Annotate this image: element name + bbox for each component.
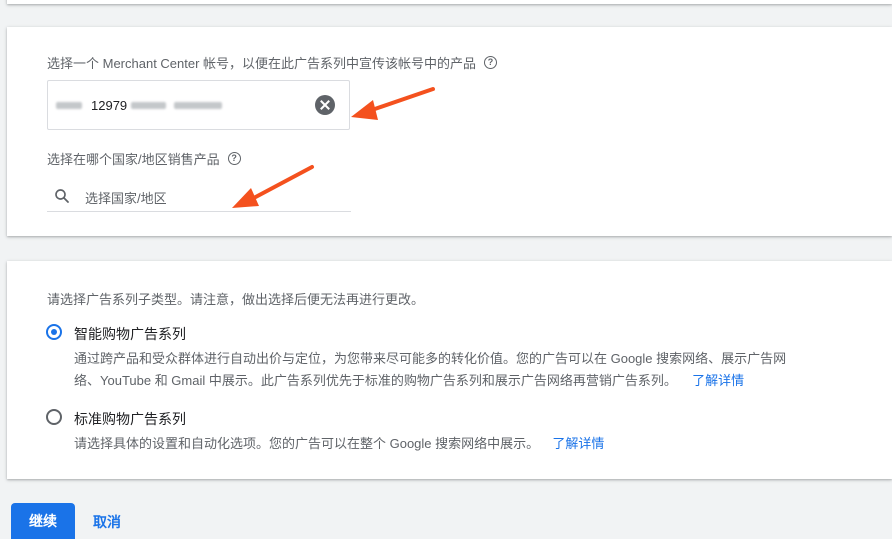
redacted-text: [174, 102, 222, 109]
smart-shopping-radio[interactable]: [46, 324, 62, 340]
standard-shopping-radio[interactable]: [46, 409, 62, 425]
standard-shopping-desc-row: 请选择具体的设置和自动化选项。您的广告可以在整个 Google 搜索网络中展示。…: [74, 433, 604, 455]
redacted-text: [131, 102, 166, 109]
standard-shopping-title[interactable]: 标准购物广告系列: [74, 409, 186, 429]
account-field[interactable]: 12979: [47, 80, 350, 130]
continue-button[interactable]: 继续: [11, 503, 75, 539]
standard-shopping-learn-more-link[interactable]: 了解详情: [552, 436, 604, 451]
previous-card: [7, 0, 892, 4]
smart-shopping-desc-line2: 络、YouTube 和 Gmail 中展示。此广告系列优先于标准的购物广告系列和…: [74, 373, 677, 388]
account-label-row: 选择一个 Merchant Center 帐号，以便在此广告系列中宣传该帐号中的…: [47, 53, 498, 72]
cancel-button[interactable]: 取消: [93, 512, 121, 532]
smart-shopping-learn-more-link[interactable]: 了解详情: [692, 373, 744, 388]
country-label-row: 选择在哪个国家/地区销售产品 ?: [47, 149, 241, 168]
smart-shopping-desc-line1: 通过跨产品和受众群体进行自动出价与定位，为您带来尽可能多的转化价值。您的广告可以…: [74, 351, 787, 366]
smart-shopping-desc-line2-row: 络、YouTube 和 Gmail 中展示。此广告系列优先于标准的购物广告系列和…: [74, 370, 744, 392]
account-value: 12979: [91, 98, 128, 113]
annotation-arrow: [351, 87, 435, 120]
campaign-subtype-card: 请选择广告系列子类型。请注意，做出选择后便无法再进行更改。 智能购物广告系列 通…: [7, 261, 892, 479]
country-label: 选择在哪个国家/地区销售产品: [47, 152, 220, 167]
annotation-arrow: [232, 165, 314, 208]
subtype-prompt: 请选择广告系列子类型。请注意，做出选择后便无法再进行更改。: [47, 292, 425, 307]
clear-icon[interactable]: [315, 95, 335, 115]
subtype-prompt-row: 请选择广告系列子类型。请注意，做出选择后便无法再进行更改。: [47, 289, 424, 308]
redacted-text: [56, 102, 82, 109]
standard-shopping-desc: 请选择具体的设置和自动化选项。您的广告可以在整个 Google 搜索网络中展示。: [74, 436, 540, 451]
merchant-center-card: 选择一个 Merchant Center 帐号，以便在此广告系列中宣传该帐号中的…: [7, 27, 892, 236]
smart-shopping-title[interactable]: 智能购物广告系列: [74, 324, 186, 344]
account-label: 选择一个 Merchant Center 帐号，以便在此广告系列中宣传该帐号中的…: [47, 56, 477, 71]
search-icon: [55, 189, 69, 203]
help-icon[interactable]: ?: [484, 56, 498, 69]
